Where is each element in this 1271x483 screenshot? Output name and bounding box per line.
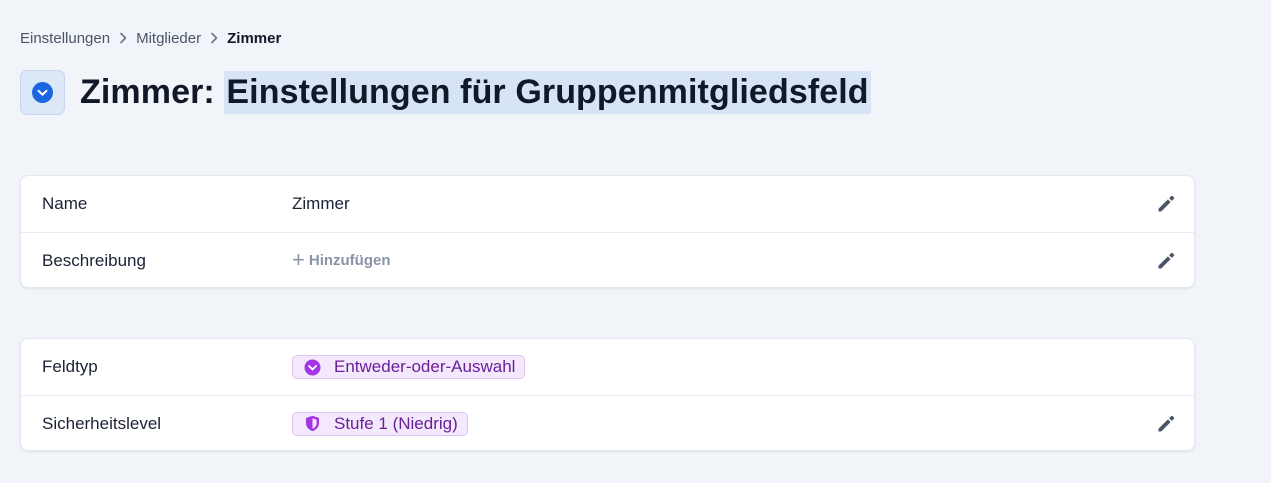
pencil-icon	[1158, 252, 1175, 268]
page-title-prefix: Zimmer:	[80, 73, 215, 111]
breadcrumb: Einstellungen Mitglieder Zimmer	[20, 29, 281, 47]
breadcrumb-item-mitglieder[interactable]: Mitglieder	[136, 30, 201, 47]
chevron-down-circle-icon	[304, 359, 321, 376]
page-title-highlight: Einstellungen für Gruppenmitgliedsfeld	[224, 71, 871, 114]
description-label: Beschreibung	[42, 250, 146, 270]
security-level-badge: Stufe 1 (Niedrig)	[292, 411, 468, 436]
field-type-icon-box	[20, 70, 65, 115]
field-type-badge-label: Entweder-oder-Auswahl	[334, 357, 516, 376]
name-row: Name Zimmer	[21, 176, 1194, 232]
page-title: Zimmer: Einstellungen für Gruppenmitglie…	[80, 71, 871, 114]
pencil-icon	[1158, 415, 1175, 431]
field-type-label: Feldtyp	[42, 357, 98, 376]
breadcrumb-item-einstellungen[interactable]: Einstellungen	[20, 30, 110, 47]
description-row: Beschreibung + Hinzufügen	[21, 232, 1194, 287]
shield-icon	[304, 415, 321, 432]
security-level-value: Stufe 1 (Niedrig)	[292, 411, 468, 436]
page-header: Zimmer: Einstellungen für Gruppenmitglie…	[20, 70, 871, 115]
edit-security-level-button[interactable]	[1154, 412, 1178, 436]
security-level-badge-label: Stufe 1 (Niedrig)	[334, 413, 458, 433]
page: Einstellungen Mitglieder Zimmer Zimmer: …	[0, 0, 1271, 483]
security-level-label: Sicherheitslevel	[42, 413, 162, 433]
breadcrumb-current: Zimmer	[227, 29, 282, 47]
pencil-icon	[1158, 195, 1175, 212]
plus-icon: +	[292, 246, 305, 272]
add-description-link[interactable]: + Hinzufügen	[292, 246, 391, 272]
edit-name-button[interactable]	[1154, 192, 1178, 216]
chevron-down-circle-icon	[32, 82, 53, 103]
add-description-label: Hinzufügen	[308, 252, 391, 269]
name-label: Name	[42, 194, 88, 213]
chevron-right-icon	[110, 29, 136, 47]
edit-description-button[interactable]	[1154, 249, 1178, 273]
field-type-value: Entweder-oder-Auswahl	[292, 355, 526, 379]
chevron-right-icon	[201, 29, 227, 47]
general-settings-card: Name Zimmer Beschreibung + Hinzufügen	[20, 175, 1195, 288]
name-value: Zimmer	[292, 194, 350, 213]
description-value: + Hinzufügen	[292, 246, 391, 272]
field-type-badge: Entweder-oder-Auswahl	[292, 355, 526, 379]
field-type-row: Feldtyp Entweder-oder-Auswahl	[21, 339, 1194, 395]
security-level-row: Sicherheitslevel Stufe 1 (Niedrig)	[21, 395, 1194, 450]
field-settings-card: Feldtyp Entweder-oder-Auswahl Sicherheit…	[20, 338, 1195, 451]
